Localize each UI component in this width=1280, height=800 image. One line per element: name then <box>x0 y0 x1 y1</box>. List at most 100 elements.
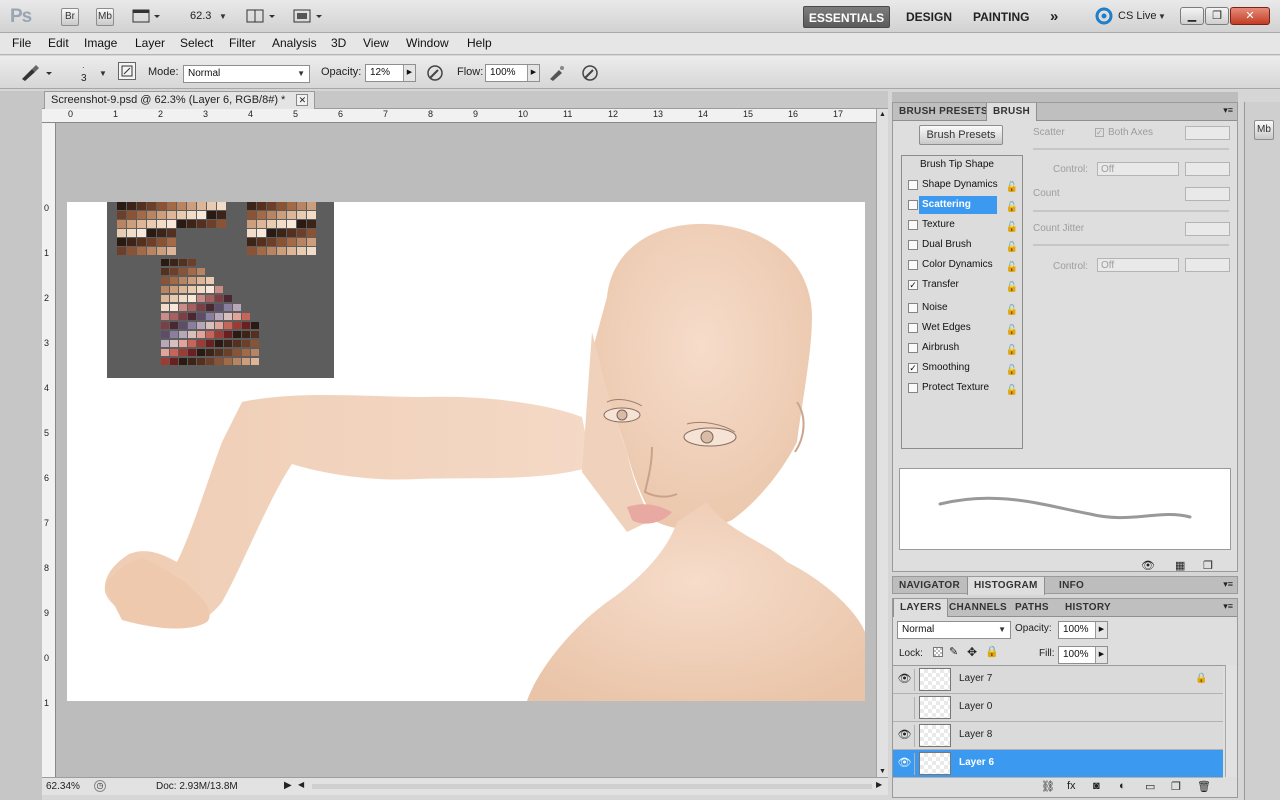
status-zoom[interactable]: 62.34% <box>46 781 80 792</box>
panel-menu-icon[interactable]: ▾≡ <box>1223 105 1233 116</box>
tab-brush-presets[interactable]: BRUSH PRESETS <box>893 103 994 121</box>
brush-option-shape-dynamics[interactable]: Shape Dynamics 🔓 <box>902 176 1022 194</box>
lock-icon[interactable]: 🔓 <box>1006 179 1018 197</box>
menu-3d[interactable]: 3D <box>331 36 346 50</box>
brush-option-checkbox[interactable] <box>908 240 918 250</box>
fill-field[interactable]: 100% ▶ <box>1058 646 1108 664</box>
flow-slider-icon[interactable]: ▶ <box>527 65 539 81</box>
document-tab[interactable]: Screenshot-9.psd @ 62.3% (Layer 6, RGB/8… <box>44 91 316 109</box>
lock-position-icon[interactable]: ✥ <box>967 645 977 659</box>
control2-select[interactable]: Off <box>1097 258 1179 272</box>
workspace-painting[interactable]: PAINTING <box>965 6 1037 28</box>
mini-bridge-panel-button[interactable]: Mb <box>1254 120 1274 140</box>
tab-paths[interactable]: PATHS <box>1009 599 1055 617</box>
tab-channels[interactable]: CHANNELS <box>943 599 1013 617</box>
workspace-design[interactable]: DESIGN <box>898 6 960 28</box>
scroll-up-icon[interactable]: ▲ <box>879 111 886 118</box>
brush-presets-button[interactable]: Brush Presets <box>919 125 1003 145</box>
status-info-icon[interactable]: ◷ <box>94 780 106 792</box>
tab-history[interactable]: HISTORY <box>1059 599 1117 617</box>
pressure-size-button[interactable] <box>580 63 600 83</box>
canvas[interactable] <box>67 202 865 701</box>
lock-pixels-icon[interactable]: ✎ <box>949 645 958 658</box>
arrange-documents-button[interactable] <box>246 8 278 24</box>
tab-info[interactable]: INFO <box>1053 577 1090 595</box>
zoom-caret-icon[interactable]: ▼ <box>219 12 227 21</box>
more-workspaces-icon[interactable]: » <box>1042 6 1066 28</box>
zoom-level[interactable]: 62.3 <box>190 10 211 22</box>
restore-button[interactable]: ❐ <box>1205 7 1229 25</box>
brush-option-scattering[interactable]: Scattering 🔓 <box>902 196 1022 214</box>
fill-slider-icon[interactable]: ▶ <box>1095 647 1107 663</box>
minimize-button[interactable]: ▁ <box>1180 7 1204 25</box>
mini-bridge-button[interactable]: Mb <box>96 8 114 26</box>
menu-image[interactable]: Image <box>84 36 117 50</box>
both-axes-checkbox[interactable]: ✓ <box>1095 128 1104 137</box>
scatter-field[interactable] <box>1185 126 1230 140</box>
trash-icon[interactable]: 🗑 <box>1197 780 1211 793</box>
brush-size-picker[interactable]: · 3 ▼ <box>70 61 110 85</box>
screen-mode-button[interactable] <box>293 8 325 24</box>
brush-option-dual-brush[interactable]: Dual Brush 🔓 <box>902 236 1022 254</box>
brush-option-checkbox[interactable] <box>908 343 918 353</box>
mode-select[interactable]: Normal ▼ <box>183 65 310 83</box>
ruler-vertical[interactable]: 0 1 2 3 4 5 6 7 8 9 0 1 <box>42 123 56 777</box>
adjustment-icon[interactable]: ◐ <box>1119 780 1126 792</box>
workspace-essentials[interactable]: ESSENTIALS <box>803 6 890 28</box>
count-field[interactable] <box>1185 187 1230 201</box>
opacity-slider-icon[interactable]: ▶ <box>403 65 415 81</box>
brush-option-brush-tip-shape[interactable]: Brush Tip Shape <box>902 156 1022 174</box>
brush-option-checkbox[interactable]: ✓ <box>908 363 918 373</box>
brush-option-checkbox[interactable] <box>908 220 918 230</box>
cs-live-icon[interactable] <box>1095 7 1113 25</box>
toggle-preview-icon[interactable]: 👁 <box>1141 559 1155 572</box>
layers-scrollbar[interactable] <box>1225 665 1237 777</box>
lock-icon[interactable]: 🔓 <box>1006 302 1018 320</box>
menu-select[interactable]: Select <box>180 36 213 50</box>
lock-transparent-icon[interactable] <box>933 647 943 657</box>
brush-option-checkbox[interactable]: ✓ <box>908 280 918 290</box>
flow-field[interactable]: 100% ▶ <box>485 64 540 82</box>
brush-option-checkbox[interactable] <box>908 383 918 393</box>
menu-view[interactable]: View <box>363 36 389 50</box>
scatter-slider[interactable] <box>1033 148 1229 150</box>
menu-edit[interactable]: Edit <box>48 36 69 50</box>
opacity-field[interactable]: 12% ▶ <box>365 64 416 82</box>
control2-field[interactable] <box>1185 258 1230 272</box>
count-jitter-field[interactable] <box>1185 222 1230 236</box>
pressure-opacity-button[interactable] <box>425 63 445 83</box>
brush-panel-toggle[interactable] <box>118 62 136 80</box>
horizontal-scrollbar[interactable] <box>312 784 872 789</box>
new-brush-icon[interactable]: ❐ <box>1203 559 1213 572</box>
ruler-horizontal[interactable]: 0 1 2 3 4 5 6 7 8 9 10 11 12 13 14 15 16 17 <box>42 109 876 123</box>
blend-mode-select[interactable]: Normal ▼ <box>897 621 1011 639</box>
lock-icon[interactable]: 🔓 <box>1006 219 1018 237</box>
brush-option-transfer[interactable]: ✓ Transfer 🔓 <box>902 276 1022 294</box>
visibility-eye-icon[interactable] <box>895 697 915 719</box>
brush-option-texture[interactable]: Texture 🔓 <box>902 216 1022 234</box>
lock-icon[interactable]: 🔓 <box>1006 382 1018 400</box>
brush-option-color-dynamics[interactable]: Color Dynamics 🔓 <box>902 256 1022 274</box>
layer-opacity-slider-icon[interactable]: ▶ <box>1095 622 1107 638</box>
layers-menu-icon[interactable]: ▾≡ <box>1223 601 1233 612</box>
scroll-right-icon[interactable]: ▶ <box>876 780 882 789</box>
tab-navigator[interactable]: NAVIGATOR <box>893 577 966 595</box>
menu-layer[interactable]: Layer <box>135 36 165 50</box>
menu-window[interactable]: Window <box>406 36 449 50</box>
scroll-left-icon[interactable]: ◀ <box>298 780 304 789</box>
menu-filter[interactable]: Filter <box>229 36 256 50</box>
brush-option-checkbox[interactable] <box>908 180 918 190</box>
vertical-scrollbar[interactable]: ▲ ▼ <box>876 109 888 777</box>
tab-brush[interactable]: BRUSH <box>986 103 1038 121</box>
tool-preset-picker[interactable] <box>18 63 56 83</box>
group-icon[interactable]: ▭ <box>1145 780 1155 793</box>
count-slider[interactable] <box>1033 210 1229 212</box>
brush-option-checkbox[interactable] <box>908 260 918 270</box>
lock-all-icon[interactable]: 🔒 <box>985 645 999 658</box>
lock-icon[interactable]: 🔓 <box>1006 239 1018 257</box>
lock-icon[interactable]: 🔓 <box>1006 342 1018 360</box>
bridge-button[interactable]: Br <box>61 8 79 26</box>
new-layer-icon[interactable]: ❐ <box>1171 780 1181 793</box>
menu-analysis[interactable]: Analysis <box>272 36 317 50</box>
layer-row[interactable]: Layer 0 <box>893 694 1223 722</box>
